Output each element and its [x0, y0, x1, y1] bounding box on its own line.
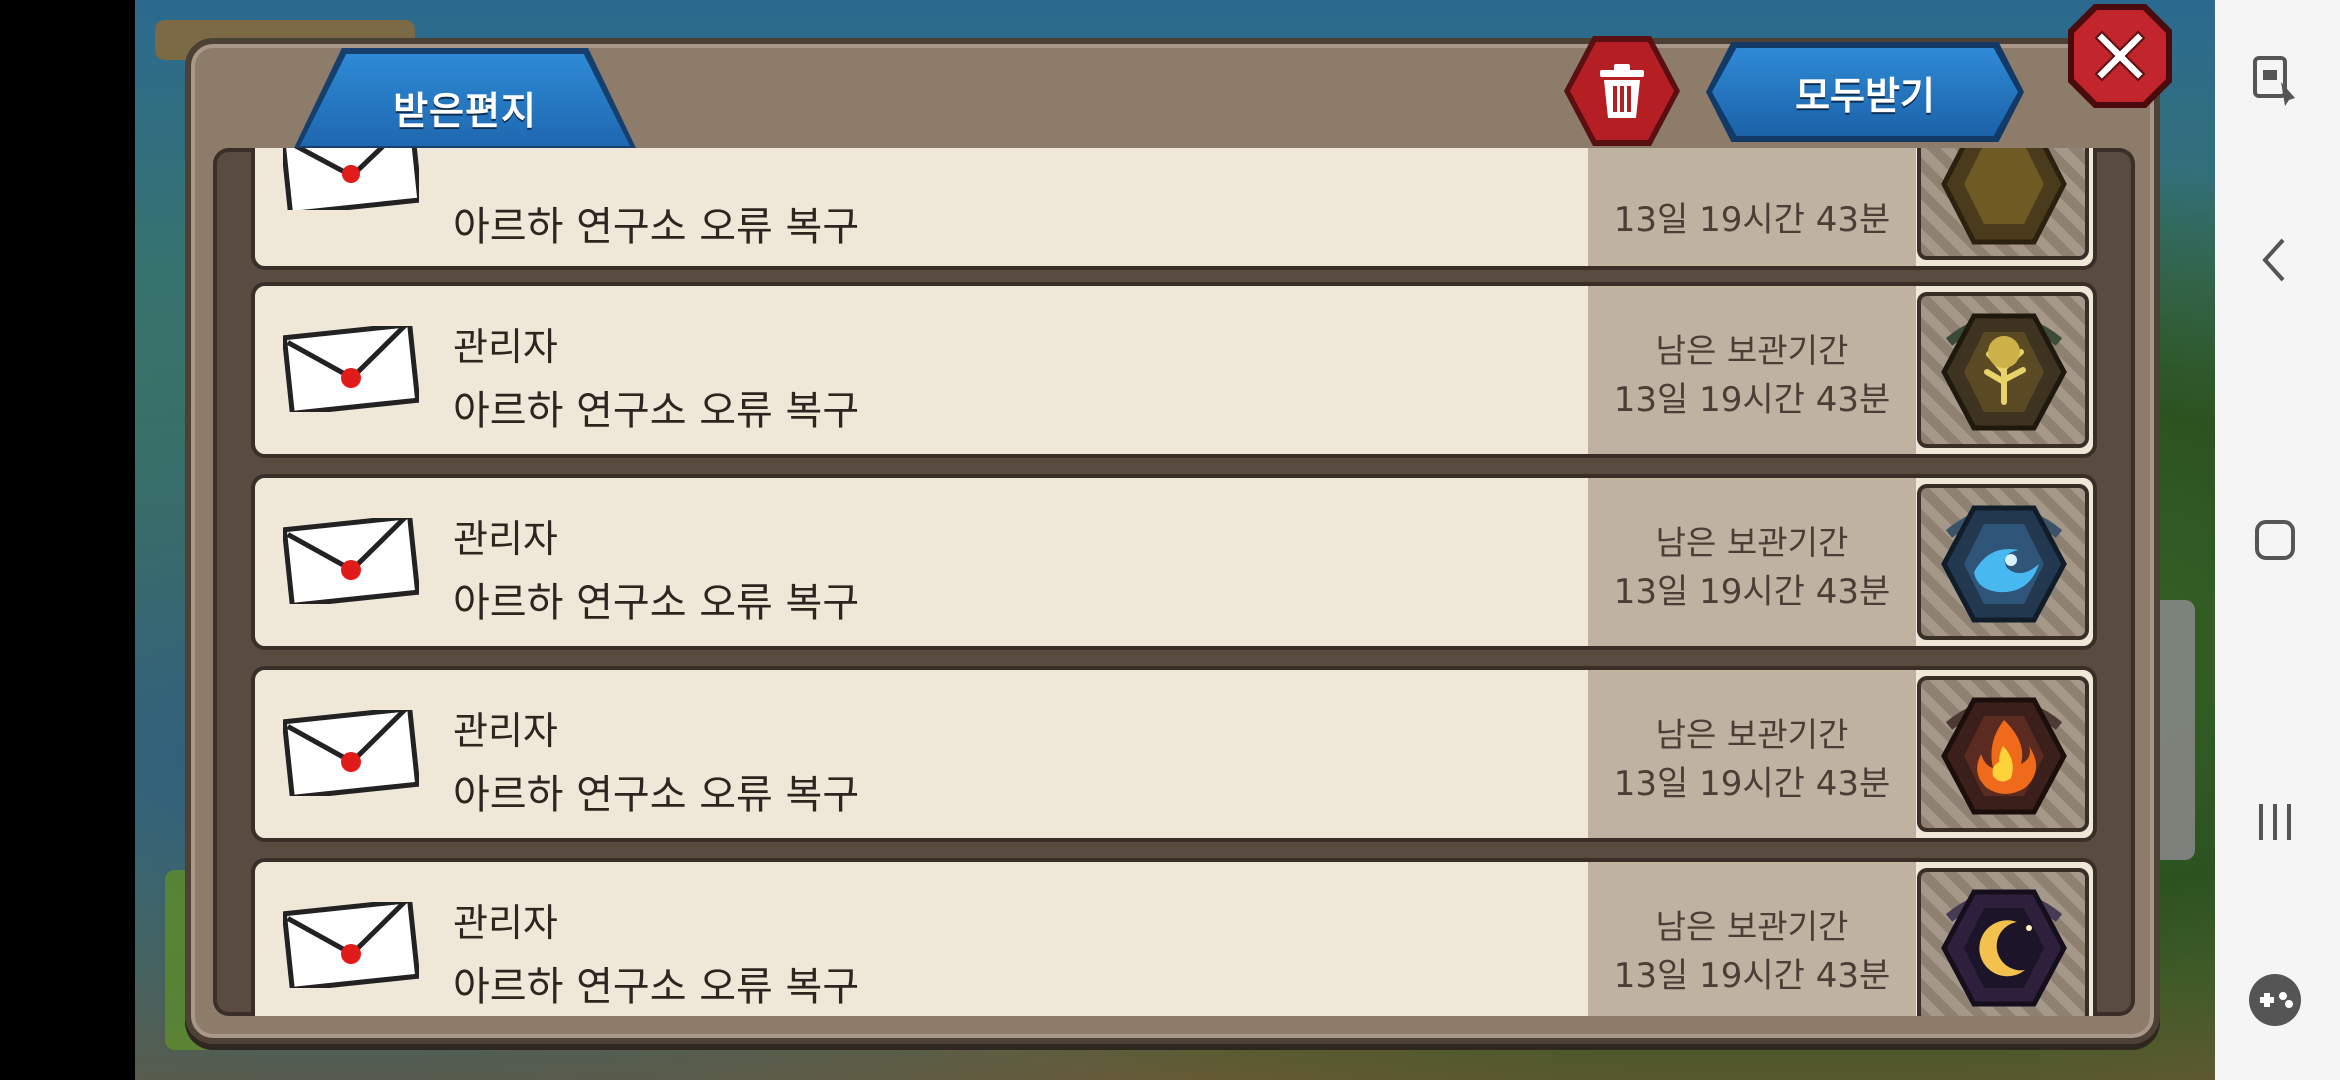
back-button[interactable] — [2235, 220, 2315, 300]
envelope-icon — [283, 148, 419, 210]
expire-box: 13일 19시간 43분 — [1588, 148, 1916, 266]
expire-time: 13일 19시간 43분 — [1613, 572, 1891, 612]
close-icon — [2094, 30, 2146, 82]
back-icon — [2262, 238, 2285, 282]
mail-sender: 관리자 — [453, 325, 558, 369]
home-button[interactable] — [2235, 500, 2315, 580]
mail-item[interactable]: 관리자 아르하 연구소 오류 복구 남은 보관기간 13일 19시간 43분 — [251, 474, 2097, 650]
game-tools-icon — [2249, 974, 2301, 1026]
trash-icon — [1600, 64, 1644, 118]
recents-button[interactable] — [2235, 782, 2315, 862]
mail-sender: 관리자 — [453, 901, 558, 945]
mail-sender: 관리자 — [453, 709, 558, 753]
expire-box: 남은 보관기간 13일 19시간 43분 — [1588, 670, 1916, 838]
reward-slot[interactable] — [1917, 868, 2089, 1016]
tree-emblem-icon — [1941, 148, 2067, 245]
moon-emblem-icon — [1941, 889, 2067, 1007]
expire-box: 남은 보관기간 13일 19시간 43분 — [1588, 862, 1916, 1016]
mail-item[interactable]: 관리자 아르하 연구소 오류 복구 남은 보관기간 13일 19시간 43분 — [251, 282, 2097, 458]
screen-lock-icon — [2253, 56, 2295, 106]
reward-slot[interactable] — [1917, 148, 2089, 260]
fire-emblem-icon — [1941, 697, 2067, 815]
mail-item[interactable]: 관리자 아르하 연구소 오류 복구 남은 보관기간 13일 19시간 43분 — [251, 666, 2097, 842]
reward-slot[interactable] — [1917, 484, 2089, 640]
screen-lock-button[interactable] — [2235, 40, 2315, 120]
receive-all-button[interactable]: 모두받기 — [1712, 48, 2018, 136]
envelope-icon — [283, 710, 419, 796]
envelope-icon — [283, 902, 419, 988]
recents-icon — [2259, 804, 2291, 840]
expire-time: 13일 19시간 43분 — [1613, 380, 1891, 420]
mail-item[interactable]: 아르하 연구소 오류 복구 13일 19시간 43분 — [251, 148, 2097, 270]
receive-all-label: 모두받기 — [1795, 73, 1935, 118]
close-button[interactable] — [2074, 10, 2166, 102]
expire-box: 남은 보관기간 13일 19시간 43분 — [1588, 478, 1916, 646]
expire-time: 13일 19시간 43분 — [1613, 956, 1891, 996]
tree-emblem-icon — [1941, 313, 2067, 431]
envelope-icon — [283, 518, 419, 604]
expire-box: 남은 보관기간 13일 19시간 43분 — [1588, 286, 1916, 454]
mail-subject: 아르하 연구소 오류 복구 — [453, 772, 860, 818]
expire-label: 남은 보관기간 — [1655, 523, 1849, 562]
mail-item[interactable]: 관리자 아르하 연구소 오류 복구 남은 보관기간 13일 19시간 43분 — [251, 858, 2097, 1016]
envelope-icon — [283, 326, 419, 412]
tab-inbox-label: 받은편지 — [393, 88, 537, 133]
reward-slot[interactable] — [1917, 676, 2089, 832]
water-emblem-icon — [1941, 505, 2067, 623]
expire-label: 남은 보관기간 — [1655, 715, 1849, 754]
tab-inbox[interactable]: 받은편지 — [300, 54, 630, 146]
mail-list[interactable]: 아르하 연구소 오류 복구 13일 19시간 43분 관리자 아르하 연구소 오… — [213, 148, 2135, 1016]
mail-subject: 아르하 연구소 오류 복구 — [453, 580, 860, 626]
expire-label: 남은 보관기간 — [1655, 907, 1849, 946]
mail-subject: 아르하 연구소 오류 복구 — [453, 388, 860, 434]
reward-slot[interactable] — [1917, 292, 2089, 448]
mail-subject: 아르하 연구소 오류 복구 — [453, 204, 860, 250]
home-icon — [2255, 520, 2295, 560]
game-tools-button[interactable] — [2235, 960, 2315, 1040]
mail-sender: 관리자 — [453, 517, 558, 561]
expire-time: 13일 19시간 43분 — [1613, 764, 1891, 804]
mail-subject: 아르하 연구소 오류 복구 — [453, 964, 860, 1010]
expire-label: 남은 보관기간 — [1655, 331, 1849, 370]
expire-time: 13일 19시간 43분 — [1613, 200, 1891, 240]
